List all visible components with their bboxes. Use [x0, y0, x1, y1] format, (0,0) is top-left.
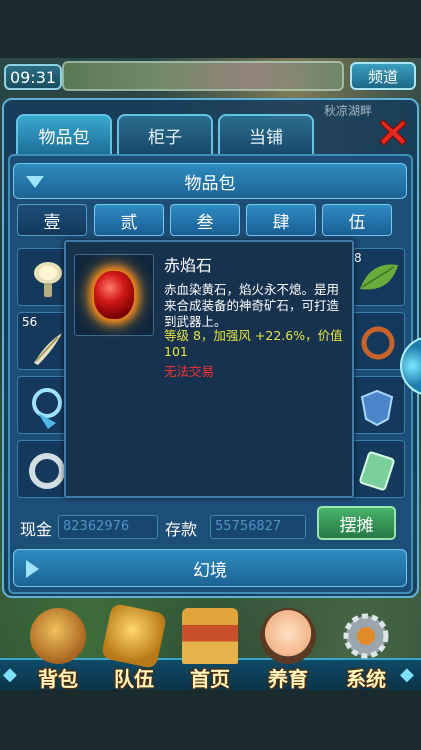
dock-team-label: 队伍: [114, 667, 154, 691]
dock-bag-label: 背包: [38, 667, 78, 691]
dock-raise-button[interactable]: 养育: [248, 600, 328, 691]
dock-system-button[interactable]: 系统: [326, 600, 406, 691]
minimap-strip[interactable]: [62, 61, 344, 91]
page-tab-5[interactable]: 伍: [322, 204, 392, 236]
gear-icon: [338, 608, 394, 664]
page-tab-1[interactable]: 壹: [17, 204, 87, 236]
top-bar: 09:31 频道: [0, 58, 421, 92]
location-label: 秋凉湖畔: [324, 104, 373, 118]
section-title: 物品包: [184, 173, 236, 194]
child-icon: [260, 608, 316, 664]
tab-item-bag[interactable]: 物品包: [16, 114, 112, 154]
cash-label: 现金: [20, 520, 53, 539]
jade-item-icon: [359, 451, 395, 491]
tab-cabinet[interactable]: 柜子: [117, 114, 213, 154]
inventory-slot[interactable]: [347, 312, 405, 370]
item-count: 56: [22, 315, 38, 329]
collapse-arrow-icon: [26, 176, 44, 188]
bracelet-item-icon: [361, 326, 395, 360]
page-tab-3[interactable]: 叁: [170, 204, 240, 236]
tab-pawnshop[interactable]: 当铺: [218, 114, 314, 154]
dock-raise-label: 养育: [268, 667, 308, 691]
dock-team-button[interactable]: 队伍: [94, 600, 174, 691]
fire-gem-icon: [94, 271, 134, 319]
dream-realm-bar[interactable]: 幻境: [13, 549, 407, 587]
top-letterbox: [0, 0, 421, 58]
dock-home-label: 首页: [190, 667, 230, 691]
tooltip-item-frame: [74, 254, 154, 336]
page-tab-2[interactable]: 贰: [94, 204, 164, 236]
dock-bag-button[interactable]: 背包: [18, 600, 98, 691]
close-icon: [379, 119, 407, 146]
bottom-letterbox: [0, 690, 421, 750]
dock-system-label: 系统: [346, 667, 386, 691]
stall-button[interactable]: 摆摊: [317, 506, 396, 540]
untradable-note: 无法交易: [164, 364, 215, 379]
team-icon: [100, 602, 168, 670]
deposit-value: 55756827: [210, 515, 306, 539]
clock-display: 09:31: [4, 64, 62, 90]
item-description: 赤血染黄石，焰火永不熄。是用来合成装备的神奇矿石，可打造到武器上。: [164, 282, 340, 329]
item-name: 赤焰石: [164, 256, 213, 275]
inventory-slot[interactable]: 8: [347, 248, 405, 306]
close-button[interactable]: [378, 117, 408, 147]
dream-realm-label: 幻境: [193, 560, 227, 581]
inventory-slot[interactable]: [347, 376, 405, 434]
dock-left-arrow-icon[interactable]: ◆: [3, 664, 17, 685]
page-tab-4[interactable]: 肆: [246, 204, 316, 236]
channel-button[interactable]: 频道: [350, 62, 416, 90]
dock-home-button[interactable]: 首页: [170, 600, 250, 691]
armor-item-icon: [360, 389, 394, 427]
cash-value: 82362976: [58, 515, 158, 539]
expand-arrow-icon: [26, 560, 39, 578]
item-stats: 等级 8，加强风 +22.6%，价值 101: [164, 328, 343, 359]
item-count: 8: [354, 251, 362, 265]
section-header-item-bag[interactable]: 物品包: [13, 163, 407, 199]
item-tooltip: 赤焰石 赤血染黄石，焰火永不熄。是用来合成装备的神奇矿石，可打造到武器上。 等级…: [64, 240, 354, 498]
home-icon: [182, 608, 238, 664]
inventory-slot[interactable]: [347, 440, 405, 498]
bag-icon: [30, 608, 86, 664]
deposit-label: 存款: [165, 520, 198, 539]
